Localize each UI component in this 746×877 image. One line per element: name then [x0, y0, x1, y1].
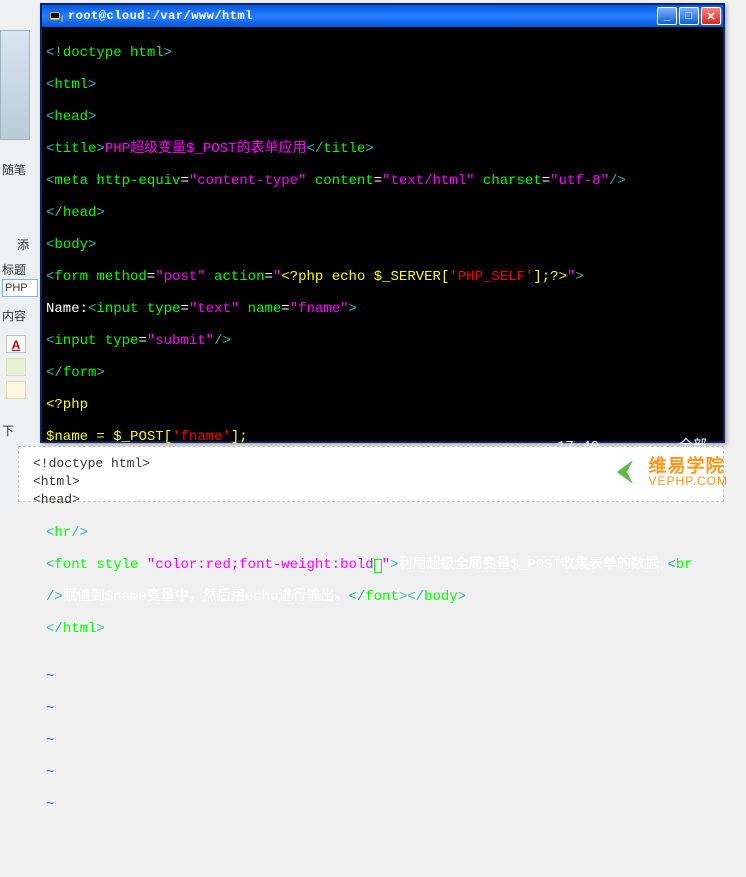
snippet-line-3: <head>: [33, 491, 709, 509]
window-titlebar[interactable]: root@cloud:/var/www/html _ □ ✕: [42, 5, 723, 27]
bg-label-title: 标题: [0, 259, 40, 280]
bg-label-next: 下: [0, 420, 40, 441]
toolbar-underline-icon[interactable]: A: [6, 335, 26, 353]
putty-icon: [48, 8, 64, 24]
window-title: root@cloud:/var/www/html: [68, 9, 657, 23]
terminal-body[interactable]: <!doctype html> <html> <head> <title>PHP…: [42, 27, 723, 441]
cursor: [374, 559, 382, 573]
bg-label-essay: 随笔: [0, 159, 40, 180]
vim-tilde-lines: ~ ~ ~ ~ ~: [46, 653, 719, 829]
watermark: 维易学院 VEPHP.COM: [607, 454, 728, 490]
watermark-arrow-icon: [607, 454, 643, 490]
bg-label-php: PHP: [2, 279, 38, 297]
background-logo: [0, 30, 30, 140]
watermark-cn: 维易学院: [649, 457, 728, 475]
watermark-en: VEPHP.COM: [649, 475, 728, 487]
toolbar-icon-2[interactable]: [6, 358, 26, 376]
close-button[interactable]: ✕: [701, 7, 721, 25]
bg-label-content: 内容: [0, 305, 40, 326]
terminal-window: root@cloud:/var/www/html _ □ ✕ <!doctype…: [40, 3, 725, 443]
maximize-button[interactable]: □: [679, 7, 699, 25]
toolbar-icon-3[interactable]: [6, 381, 26, 399]
minimize-button[interactable]: _: [657, 7, 677, 25]
